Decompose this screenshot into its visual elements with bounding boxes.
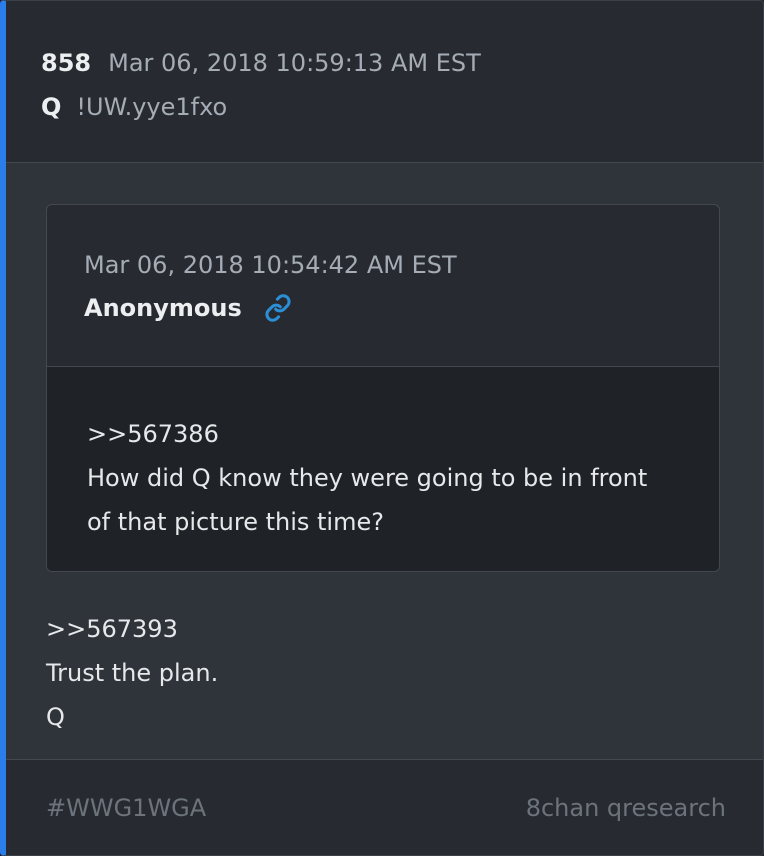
- post-meta-row: 858 Mar 06, 2018 10:59:13 AM EST: [41, 47, 763, 79]
- hashtag-link[interactable]: #WWG1WGA: [46, 794, 206, 822]
- link-icon[interactable]: [264, 294, 292, 322]
- post-author: Q: [41, 93, 62, 121]
- quoted-post-author: Anonymous: [84, 294, 242, 322]
- post-author-row: Q !UW.yye1fxo: [41, 91, 763, 123]
- quoted-post-author-row: Anonymous: [84, 291, 719, 325]
- post-card: 858 Mar 06, 2018 10:59:13 AM EST Q !UW.y…: [0, 0, 764, 856]
- quoted-post-text-line: of that picture this time?: [87, 508, 384, 536]
- source-link[interactable]: 8chan qresearch: [526, 794, 726, 822]
- post-signature: Q: [46, 703, 65, 731]
- post-number[interactable]: 858: [41, 47, 91, 79]
- post-date: Mar 06, 2018 10:59:13 AM EST: [108, 49, 481, 77]
- post-reply-link[interactable]: >>567393: [46, 607, 218, 651]
- post-body: >>567393 Trust the plan. Q: [46, 607, 218, 739]
- quoted-post-text-line: How did Q know they were going to be in …: [87, 464, 648, 492]
- quoted-post-reply-link[interactable]: >>567386: [87, 412, 679, 456]
- quoted-post-body: >>567386 How did Q know they were going …: [47, 367, 719, 571]
- quoted-post: Mar 06, 2018 10:54:42 AM EST Anonymous >…: [46, 204, 720, 572]
- post-footer: #WWG1WGA 8chan qresearch: [6, 759, 763, 855]
- quoted-post-header: Mar 06, 2018 10:54:42 AM EST Anonymous: [47, 205, 719, 367]
- post-header: 858 Mar 06, 2018 10:59:13 AM EST Q !UW.y…: [6, 1, 763, 163]
- quoted-post-date: Mar 06, 2018 10:54:42 AM EST: [84, 251, 457, 279]
- post-text-line: Trust the plan.: [46, 659, 219, 687]
- post-tripcode: !UW.yye1fxo: [76, 93, 228, 121]
